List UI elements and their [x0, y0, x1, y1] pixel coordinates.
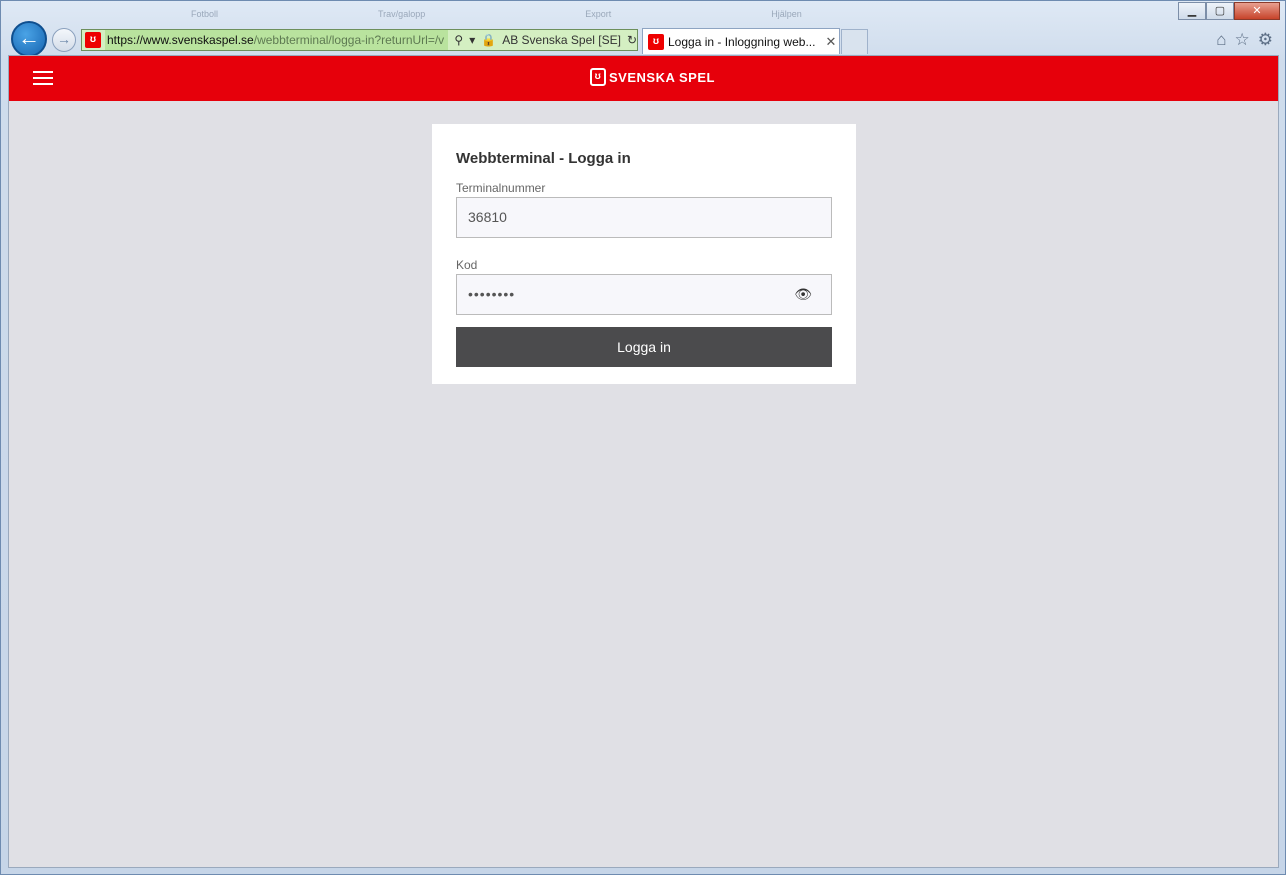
gear-icon[interactable]: ⚙ — [1258, 30, 1273, 50]
lock-icon[interactable]: 🔒 — [481, 33, 496, 47]
new-tab-button[interactable] — [841, 29, 868, 54]
certificate-label[interactable]: AB Svenska Spel [SE] — [502, 33, 621, 47]
arrow-left-icon: ← — [18, 25, 40, 50]
tab-title: Logga in - Inloggning web... — [668, 34, 816, 49]
forward-button[interactable]: → — [52, 28, 76, 52]
background-tab-titles: Fotboll Trav/galopp Export Hjälpen — [191, 9, 802, 21]
window-controls: ▁ ▢ ✕ — [1178, 2, 1280, 20]
minimize-button[interactable]: ▁ — [1178, 2, 1206, 20]
search-icon[interactable]: ⚲ — [454, 33, 463, 47]
back-button[interactable]: ← — [11, 21, 47, 57]
url-host: https://www.svenskaspel.se — [107, 33, 254, 47]
close-window-button[interactable]: ✕ — [1234, 2, 1280, 20]
tab-close-icon[interactable]: ✕ — [823, 34, 839, 50]
dropdown-chevron-icon[interactable]: ▾ — [469, 33, 475, 47]
terminal-label: Terminalnummer — [456, 181, 546, 195]
brand-name: SVENSKA SPEL — [609, 69, 715, 85]
code-password-input[interactable]: •••••••• 👁 — [456, 274, 832, 315]
terminal-number-input[interactable]: 36810 — [456, 197, 832, 238]
ghost-title: Hjälpen — [771, 9, 802, 19]
ghost-title: Trav/galopp — [378, 9, 426, 19]
ghost-title: Export — [585, 9, 612, 19]
tab-favicon-icon: ʊ — [648, 33, 664, 50]
arrow-right-icon: → — [57, 31, 71, 47]
refresh-icon[interactable]: ↻ — [627, 33, 637, 47]
site-logo[interactable]: ʊ SVENSKA SPEL — [590, 68, 715, 86]
maximize-button[interactable]: ▢ — [1206, 2, 1234, 20]
url-path: /webbterminal/logga-in?returnUrl=/v — [253, 33, 445, 47]
tab-active[interactable]: ʊ Logga in - Inloggning web... ✕ — [642, 28, 840, 54]
url-field[interactable]: https://www.svenskaspel.se/webbterminal/… — [105, 30, 449, 50]
login-title: Webbterminal - Logga in — [456, 150, 631, 167]
code-label: Kod — [456, 258, 478, 272]
browser-window: Fotboll Trav/galopp Export Hjälpen ▁ ▢ ✕… — [0, 0, 1286, 875]
address-bar[interactable]: ʊ https://www.svenskaspel.se/webbtermina… — [81, 29, 638, 51]
svenska-spel-logo-icon: ʊ — [590, 68, 606, 86]
home-icon[interactable]: ⌂ — [1216, 30, 1226, 50]
menu-icon[interactable] — [33, 71, 53, 85]
ghost-title: Fotboll — [191, 9, 219, 19]
code-value: •••••••• — [468, 286, 516, 302]
site-header: ʊ SVENSKA SPEL — [9, 56, 1278, 101]
login-card: Webbterminal - Logga in Terminalnummer 3… — [432, 124, 856, 384]
browser-toolbar: ⌂ ☆ ⚙ — [1216, 30, 1273, 50]
page-viewport: ʊ SVENSKA SPEL Webbterminal - Logga in T… — [8, 55, 1279, 868]
login-button[interactable]: Logga in — [456, 327, 832, 367]
eye-icon[interactable]: 👁 — [794, 275, 813, 314]
star-icon[interactable]: ☆ — [1235, 30, 1250, 50]
site-favicon-icon: ʊ — [85, 32, 101, 48]
